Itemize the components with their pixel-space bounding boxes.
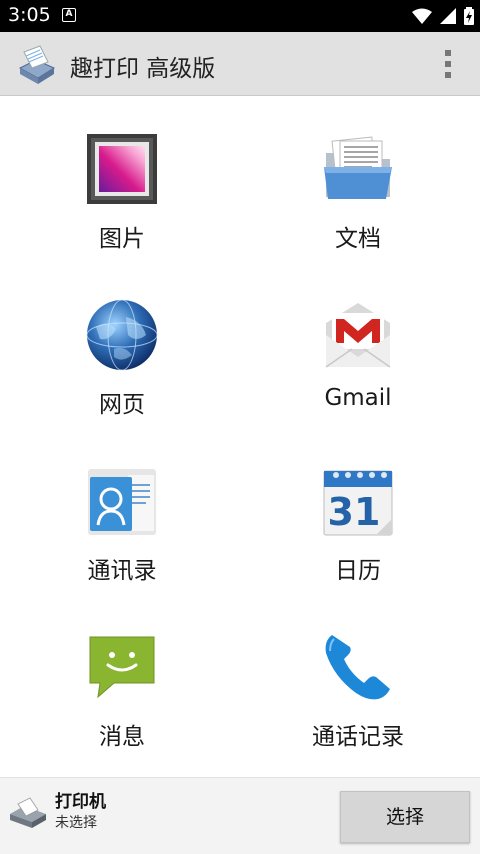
message-icon (89, 636, 155, 699)
photo-icon (87, 134, 157, 204)
contacts-icon (88, 469, 156, 535)
tile-label: 图片 (99, 226, 145, 252)
tile-gmail[interactable]: Gmail (238, 263, 478, 429)
tile-label: 网页 (99, 392, 145, 418)
tile-photos[interactable]: 图片 (2, 97, 242, 263)
tile-label: 通话记录 (312, 724, 404, 750)
globe-icon (86, 299, 158, 371)
tile-web[interactable]: 网页 (2, 263, 242, 429)
calendar-day: 31 (328, 490, 381, 534)
gmail-icon (325, 303, 391, 368)
printer-bar: 打印机 未选择 选择 (0, 777, 480, 854)
a-icon: A (62, 8, 76, 22)
calendar-icon: 31 (323, 470, 393, 536)
wifi-icon (412, 8, 432, 24)
tile-label: 文档 (335, 226, 381, 252)
overflow-menu-icon[interactable] (444, 50, 452, 78)
app-bar: 趣打印 高级版 (0, 32, 480, 96)
status-icons (412, 6, 474, 26)
app-title: 趣打印 高级版 (70, 56, 216, 82)
printer-logo-icon (18, 45, 56, 84)
battery-charging-icon (464, 7, 474, 25)
status-bar: 3:05 A (0, 0, 480, 32)
tile-label: 通讯录 (87, 558, 157, 584)
printer-label: 打印机 (55, 792, 106, 812)
tile-documents[interactable]: 文档 (238, 97, 478, 263)
tile-calendar[interactable]: 31 日历 (238, 429, 478, 595)
printer-status: 未选择 (55, 815, 97, 831)
tile-contacts[interactable]: 通讯录 (2, 429, 242, 595)
tile-label: Gmail (324, 385, 392, 411)
printer-icon (10, 797, 46, 828)
signal-icon (440, 8, 456, 24)
tile-messages[interactable]: 消息 (2, 595, 242, 761)
tile-label: 消息 (99, 724, 145, 750)
select-printer-button[interactable]: 选择 (340, 791, 470, 843)
tile-call-log[interactable]: 通话记录 (238, 595, 478, 761)
phone-icon (325, 635, 390, 700)
folder-documents-icon (324, 136, 392, 199)
status-time: 3:05 (8, 4, 51, 26)
tile-label: 日历 (335, 558, 381, 584)
